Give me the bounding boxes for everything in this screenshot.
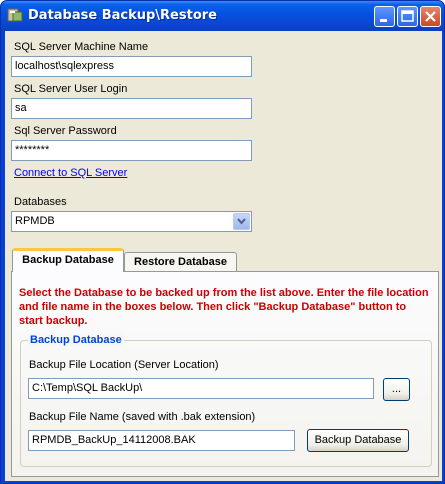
user-login-input[interactable]: sa [11,98,252,119]
databases-dropdown[interactable]: RPMDB [11,211,252,232]
backup-database-button[interactable]: Backup Database [307,429,409,452]
backup-instructions: Select the Database to be backed up from… [19,287,429,327]
server-name-input[interactable]: localhost\sqlexpress [11,56,252,77]
server-name-label: SQL Server Machine Name [14,41,149,53]
databases-label: Databases [14,196,67,208]
close-button[interactable] [420,6,441,27]
connect-link[interactable]: Connect to SQL Server [14,167,127,179]
backup-group-title: Backup Database [28,334,124,346]
password-input[interactable]: ******** [11,140,252,161]
browse-button[interactable]: ... [383,378,410,401]
user-login-label: SQL Server User Login [14,83,128,95]
backup-tab-panel: Select the Database to be backed up from… [11,271,439,477]
maximize-button[interactable] [397,6,418,27]
backup-groupbox: Backup Database Backup File Location (Se… [20,334,432,467]
chevron-down-icon [237,218,246,225]
backup-location-input[interactable]: C:\Temp\SQL BackUp\ [28,378,374,399]
databases-selected-value: RPMDB [15,215,55,227]
minimize-button[interactable] [374,6,395,27]
maximize-icon [401,10,414,22]
backup-filename-input[interactable]: RPMDB_BackUp_14112008.BAK [28,430,295,451]
app-window: Database Backup\Restore SQL Server Machi… [0,0,445,484]
client-area: SQL Server Machine Name localhost\sqlexp… [5,31,442,481]
minimize-icon [380,19,387,22]
close-icon [425,11,436,22]
dropdown-arrow-button[interactable] [233,213,250,230]
password-label: Sql Server Password [14,125,117,137]
backup-filename-label: Backup File Name (saved with .bak extens… [29,411,256,423]
app-icon [7,8,23,22]
backup-location-label: Backup File Location (Server Location) [29,359,219,371]
title-bar[interactable]: Database Backup\Restore [1,1,444,31]
window-title: Database Backup\Restore [28,8,217,23]
tab-restore-database[interactable]: Restore Database [124,252,237,273]
tab-backup-database[interactable]: Backup Database [12,248,124,272]
